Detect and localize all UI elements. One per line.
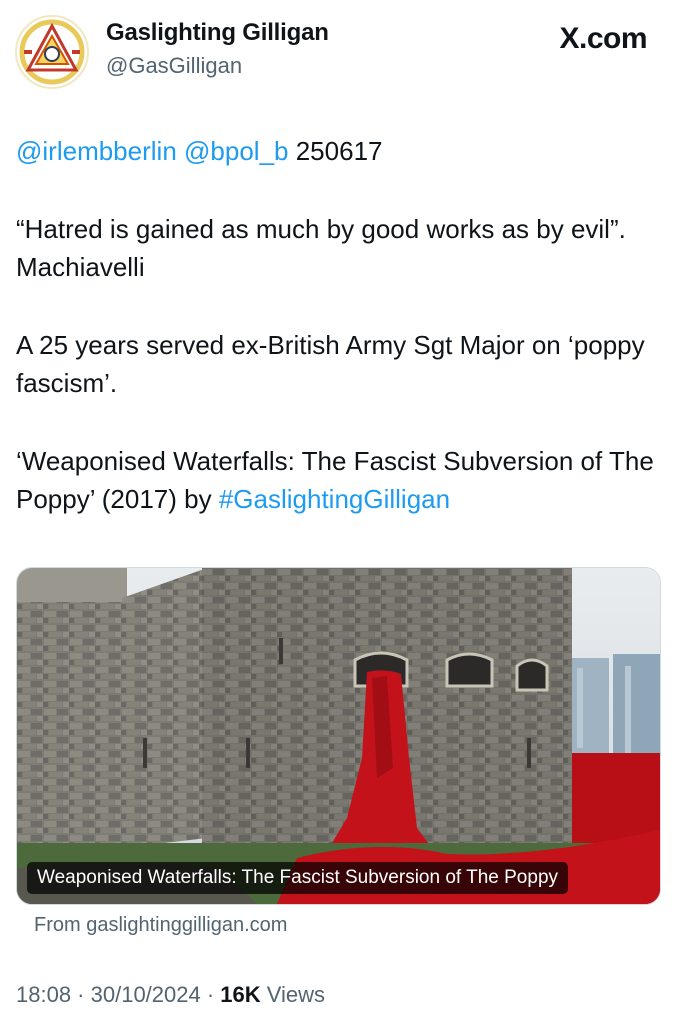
tweet-promo: ‘Weaponised Waterfalls: The Fascist Subv… (16, 442, 662, 518)
meta-separator: · (71, 982, 91, 1007)
profile-emblem-image (15, 15, 89, 89)
tweet-body: A 25 years served ex-British Army Sgt Ma… (16, 330, 645, 398)
meta-separator: · (200, 982, 221, 1007)
card-image (17, 568, 660, 904)
tweet-text: @irlembberlin @bpol_b 250617 “Hatred is … (16, 132, 662, 558)
card-caption: Weaponised Waterfalls: The Fascist Subve… (27, 862, 569, 894)
mention-irlembberlin[interactable]: @irlembberlin (16, 136, 177, 166)
link-card[interactable]: Weaponised Waterfalls: The Fascist Subve… (16, 567, 661, 905)
avatar[interactable] (14, 14, 90, 90)
card-source[interactable]: From gaslightinggilligan.com (34, 914, 287, 937)
reference-code: 250617 (288, 136, 383, 166)
mention-bpol-b[interactable]: @bpol_b (184, 136, 288, 166)
tweet-meta: 18:08 · 30/10/2024 · 16K Views (16, 982, 325, 1008)
post-date[interactable]: 30/10/2024 (91, 982, 201, 1007)
author-handle[interactable]: @GasGilligan (106, 53, 242, 79)
view-count: 16K (220, 982, 261, 1007)
tweet-line-mentions: @irlembberlin @bpol_b 250617 (16, 132, 662, 170)
tweet-quote: “Hatred is gained as much by good works … (16, 214, 626, 282)
x-logo: X.com (559, 22, 647, 55)
author-name[interactable]: Gaslighting Gilligan (106, 19, 329, 47)
post-time[interactable]: 18:08 (16, 982, 71, 1007)
hashtag-link[interactable]: #GaslightingGilligan (219, 484, 450, 514)
views-label: Views (260, 982, 326, 1007)
